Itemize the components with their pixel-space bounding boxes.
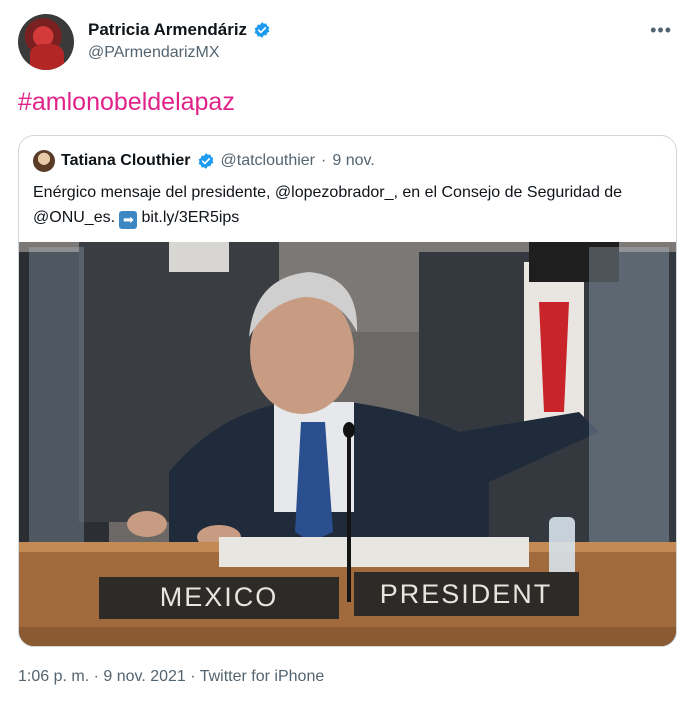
quoted-text-part: , en el Consejo de Seguridad de — [393, 184, 623, 201]
quoted-author-name[interactable]: Tatiana Clouthier — [61, 152, 191, 170]
author-avatar[interactable] — [18, 14, 74, 70]
quoted-tweet-photo[interactable]: MEXICO PRESIDENT — [19, 242, 676, 646]
placard-president: PRESIDENT — [380, 579, 553, 609]
author-name[interactable]: Patricia Armendáriz — [88, 20, 247, 40]
more-options-icon[interactable]: ••• — [650, 20, 672, 41]
tweet-header: Patricia Armendáriz @PArmendarizMX ••• — [18, 14, 682, 70]
author-name-row: Patricia Armendáriz — [88, 20, 271, 40]
right-arrow-icon: ➡ — [119, 211, 138, 229]
quoted-tweet-card[interactable]: Tatiana Clouthier @tatclouthier · 9 nov.… — [18, 135, 677, 647]
quoted-text-part: . — [110, 209, 120, 226]
hashtag-link[interactable]: #amlonobeldelapaz — [18, 88, 235, 116]
quoted-author-handle[interactable]: @tatclouthier — [221, 152, 316, 170]
placard-mexico: MEXICO — [160, 582, 279, 612]
tweet-timestamp[interactable]: 1:06 p. m. · 9 nov. 2021 · Twitter for i… — [18, 668, 324, 686]
short-url-link[interactable]: bit.ly/3ER5ips — [141, 209, 239, 226]
quoted-separator: · — [321, 152, 327, 169]
un-security-council-photo: MEXICO PRESIDENT — [19, 242, 676, 646]
author-handle[interactable]: @PArmendarizMX — [88, 44, 220, 62]
quoted-text-part: Enérgico mensaje del presidente, — [33, 184, 275, 201]
mention-link-onu[interactable]: @ONU_es — [33, 209, 111, 226]
quoted-date[interactable]: 9 nov. — [332, 152, 374, 170]
verified-badge-icon — [254, 22, 270, 38]
mention-link-lopezobrador[interactable]: @lopezobrador_ — [275, 184, 394, 201]
tweet-text: #amlonobeldelapaz — [18, 88, 235, 117]
quoted-author-avatar[interactable] — [33, 150, 55, 172]
verified-badge-icon — [198, 153, 213, 169]
quoted-tweet-text: Enérgico mensaje del presidente, @lopezo… — [33, 180, 661, 230]
quoted-tweet-header: Tatiana Clouthier @tatclouthier · 9 nov. — [33, 150, 375, 172]
